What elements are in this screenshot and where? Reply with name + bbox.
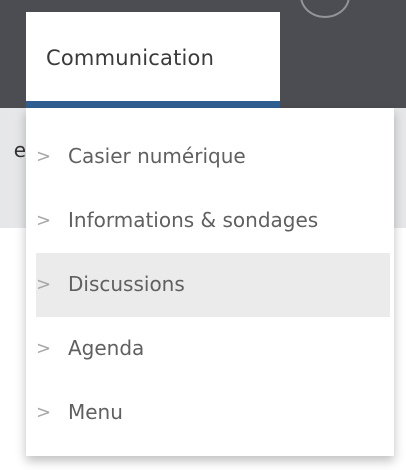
active-tab-underline [26,101,280,108]
clipped-page-text: e [13,138,26,162]
tab-communication[interactable]: Communication [26,12,280,104]
menu-item-label: Agenda [68,336,145,360]
menu-item-informations-sondages[interactable]: > Informations & sondages [36,189,390,253]
chevron-right-icon: > [36,210,52,231]
menu-item-menu[interactable]: > Menu [36,381,390,445]
menu-item-agenda[interactable]: > Agenda [36,317,390,381]
menu-item-label: Casier numérique [68,144,246,168]
chevron-right-icon: > [36,402,52,423]
communication-dropdown-menu: > Casier numérique > Informations & sond… [26,108,394,456]
chevron-right-icon: > [36,338,52,359]
chevron-right-icon: > [36,274,52,295]
menu-item-label: Menu [68,400,123,424]
chevron-right-icon: > [36,146,52,167]
menu-item-label: Informations & sondages [68,208,319,232]
menu-item-casier-numerique[interactable]: > Casier numérique [36,125,390,189]
menu-item-label: Discussions [68,272,185,296]
tab-communication-label: Communication [46,46,215,70]
menu-item-discussions[interactable]: > Discussions [36,253,390,317]
ring-decoration [300,0,350,18]
